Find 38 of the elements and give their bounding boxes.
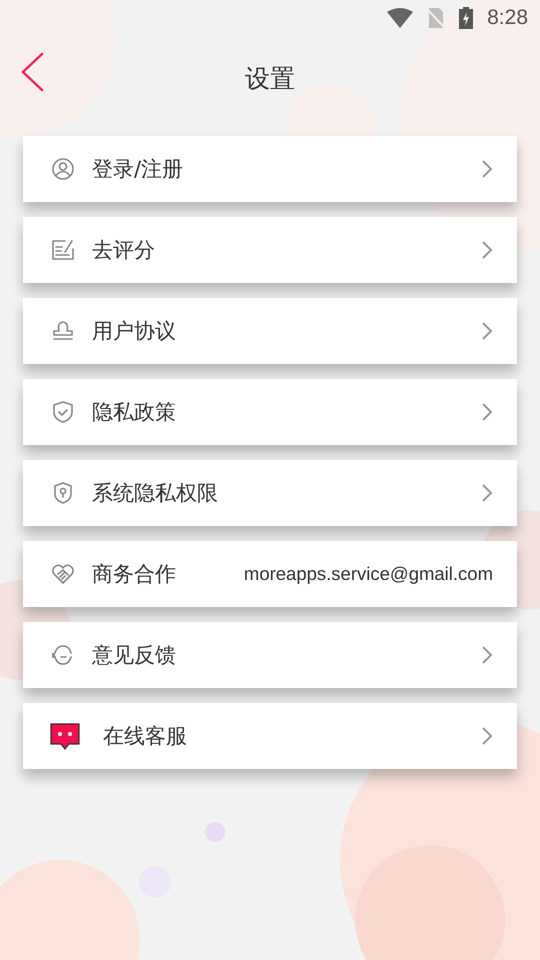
chevron-right-icon <box>481 645 493 665</box>
page-title: 设置 <box>245 62 295 94</box>
chevron-right-icon <box>481 483 493 503</box>
chevron-right-icon <box>481 726 493 746</box>
settings-row[interactable]: 商务合作 moreapps.service@gmail.com <box>23 541 517 607</box>
settings-row[interactable]: 在线客服 <box>23 703 517 769</box>
row-label: 系统隐私权限 <box>92 480 219 507</box>
settings-row[interactable]: 用户协议 <box>23 298 517 364</box>
battery-icon <box>459 7 474 29</box>
row-label: 隐私政策 <box>92 399 177 426</box>
shield-check-icon <box>51 400 75 424</box>
handshake-icon <box>51 562 75 586</box>
row-label: 商务合作 <box>92 561 177 588</box>
headset-icon <box>51 643 75 667</box>
user-icon <box>51 157 75 181</box>
row-label: 用户协议 <box>92 318 177 345</box>
row-label: 登录/注册 <box>92 156 184 183</box>
chat-icon <box>49 722 81 750</box>
settings-row[interactable]: 登录/注册 <box>23 136 517 202</box>
chevron-right-icon <box>481 240 493 260</box>
chevron-right-icon <box>481 402 493 422</box>
settings-row[interactable]: 去评分 <box>23 217 517 283</box>
stamp-icon <box>51 319 75 343</box>
edit-icon <box>51 238 75 262</box>
no-sim-icon <box>427 8 446 28</box>
settings-row[interactable]: 隐私政策 <box>23 379 517 445</box>
settings-row[interactable]: 意见反馈 <box>23 622 517 688</box>
row-label: 在线客服 <box>103 723 188 750</box>
shield-keyhole-icon <box>51 481 75 505</box>
wifi-icon <box>387 8 414 28</box>
settings-row[interactable]: 系统隐私权限 <box>23 460 517 526</box>
chevron-right-icon <box>481 321 493 341</box>
row-label: 意见反馈 <box>92 642 177 669</box>
row-label: 去评分 <box>92 237 156 264</box>
email-text: moreapps.service@gmail.com <box>244 563 493 585</box>
status-time: 8:28 <box>487 6 528 30</box>
back-icon[interactable] <box>20 52 44 92</box>
chevron-right-icon <box>481 159 493 179</box>
